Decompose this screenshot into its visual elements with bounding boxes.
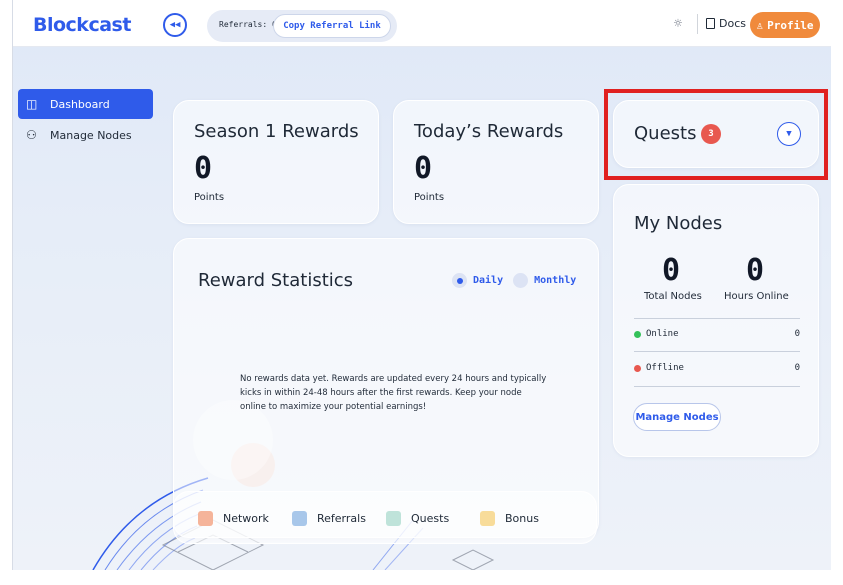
hours-online-label: Hours Online bbox=[724, 291, 789, 302]
doc-icon bbox=[706, 18, 715, 29]
legend-label: Bonus bbox=[505, 512, 539, 525]
top-header: Blockcast ◀◀ Referrals: 0 Copy Referral … bbox=[13, 0, 831, 47]
docs-link[interactable]: Docs bbox=[706, 17, 746, 30]
dashboard-icon: ◫ bbox=[26, 97, 38, 111]
brand-logo[interactable]: Blockcast bbox=[33, 14, 131, 36]
legend-item: Network bbox=[198, 511, 269, 526]
offline-dot bbox=[634, 364, 641, 372]
quests-title: Quests bbox=[634, 123, 697, 144]
divider bbox=[634, 386, 800, 387]
legend-swatch bbox=[292, 511, 307, 526]
sun-icon[interactable]: ☼ bbox=[670, 16, 686, 32]
profile-label: Profile bbox=[767, 18, 814, 32]
legend-swatch bbox=[386, 511, 401, 526]
online-dot bbox=[634, 330, 641, 338]
season-rewards-unit: Points bbox=[194, 192, 225, 203]
legend-label: Network bbox=[223, 512, 269, 525]
legend-item: Quests bbox=[386, 511, 449, 526]
total-nodes-label: Total Nodes bbox=[644, 291, 702, 302]
sidebar-item-label: Manage Nodes bbox=[50, 128, 132, 142]
divider bbox=[634, 318, 800, 319]
legend-item: Referrals bbox=[292, 511, 366, 526]
sidebar-item-dashboard[interactable]: ◫ Dashboard bbox=[18, 89, 153, 119]
season-rewards-title: Season 1 Rewards bbox=[194, 121, 359, 142]
hours-online-value: 0 bbox=[746, 253, 765, 288]
reward-legend: Network Referrals Quests Bonus bbox=[173, 491, 597, 544]
season-rewards-card: Season 1 Rewards 0 Points bbox=[173, 100, 379, 224]
referral-pill: Referrals: 0 Copy Referral Link bbox=[207, 10, 397, 42]
today-rewards-unit: Points bbox=[414, 192, 445, 203]
total-nodes-value: 0 bbox=[662, 253, 681, 288]
my-nodes-card: My Nodes 0 Total Nodes 0 Hours Online On… bbox=[613, 184, 819, 457]
profile-button[interactable]: ♙ Profile bbox=[750, 12, 820, 38]
collapse-sidebar-button[interactable]: ◀◀ bbox=[163, 13, 187, 37]
manage-nodes-button[interactable]: Manage Nodes bbox=[633, 403, 721, 431]
sidebar-item-label: Dashboard bbox=[50, 97, 110, 111]
today-rewards-card: Today’s Rewards 0 Points bbox=[393, 100, 599, 224]
app-window: Blockcast ◀◀ Referrals: 0 Copy Referral … bbox=[12, 0, 831, 570]
today-rewards-value: 0 bbox=[414, 151, 433, 186]
quest-count-badge: 3 bbox=[701, 124, 721, 144]
online-status-row: Online 0 bbox=[634, 329, 800, 339]
chevron-down-icon: ▼ bbox=[786, 129, 792, 139]
monthly-label[interactable]: Monthly bbox=[534, 275, 576, 286]
copy-referral-link-button[interactable]: Copy Referral Link bbox=[273, 14, 391, 38]
sidebar-item-manage-nodes[interactable]: ⚇ Manage Nodes bbox=[18, 120, 153, 150]
expand-quests-button[interactable]: ▼ bbox=[777, 122, 801, 146]
offline-status-row: Offline 0 bbox=[634, 363, 800, 373]
header-divider bbox=[697, 14, 698, 34]
season-rewards-value: 0 bbox=[194, 151, 213, 186]
online-count: 0 bbox=[794, 329, 800, 339]
daily-radio[interactable] bbox=[452, 273, 467, 288]
legend-label: Referrals bbox=[317, 512, 366, 525]
monthly-radio[interactable] bbox=[513, 273, 529, 288]
divider bbox=[634, 351, 800, 352]
user-icon: ♙ bbox=[756, 18, 764, 32]
empty-rewards-message: No rewards data yet. Rewards are updated… bbox=[240, 374, 547, 412]
my-nodes-title: My Nodes bbox=[634, 213, 723, 234]
offline-label: Offline bbox=[646, 363, 684, 373]
docs-label: Docs bbox=[719, 17, 746, 30]
collapse-icon: ◀◀ bbox=[169, 20, 181, 30]
legend-label: Quests bbox=[411, 512, 450, 525]
reward-statistics-title: Reward Statistics bbox=[198, 270, 354, 291]
today-rewards-title: Today’s Rewards bbox=[414, 121, 564, 142]
legend-swatch bbox=[198, 511, 213, 526]
period-toggle: Daily Monthly bbox=[452, 273, 576, 288]
offline-count: 0 bbox=[794, 363, 800, 373]
daily-label[interactable]: Daily bbox=[473, 275, 503, 286]
nodes-icon: ⚇ bbox=[26, 128, 37, 142]
referral-count: Referrals: 0 bbox=[219, 20, 277, 29]
legend-swatch bbox=[480, 511, 495, 526]
legend-item: Bonus bbox=[480, 511, 539, 526]
online-label: Online bbox=[646, 329, 679, 339]
quests-card[interactable]: Quests 3 ▼ bbox=[613, 100, 819, 168]
